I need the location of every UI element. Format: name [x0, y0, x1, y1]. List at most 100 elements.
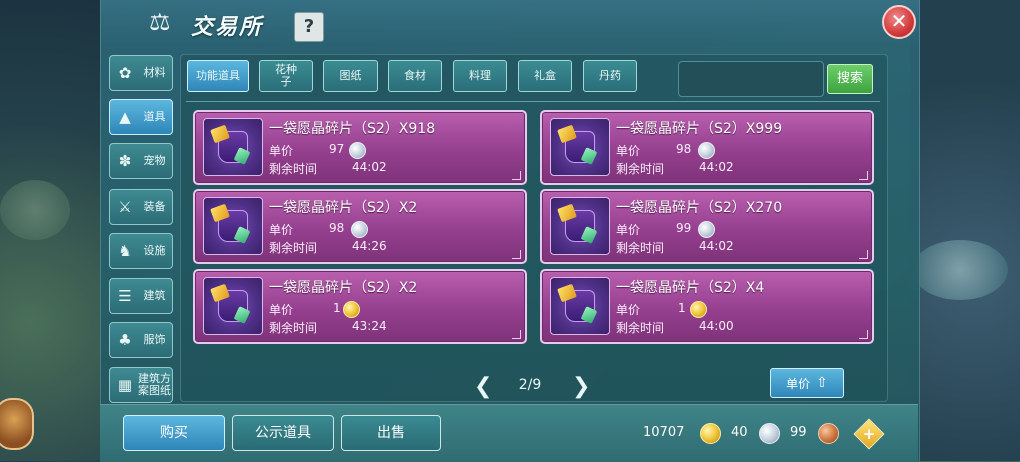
tab-label: 丹药 [599, 69, 621, 82]
sort-by-price-button[interactable]: 单价 ⇧ [770, 368, 844, 398]
item-price: 1 [333, 301, 341, 315]
price-label: 单价 [269, 223, 294, 237]
listing-item[interactable]: 一袋愿晶碎片（S2）X918 单价 97 剩余时间 44:02 [193, 110, 527, 185]
gold-coin-icon [700, 423, 721, 444]
price-label: 单价 [269, 303, 294, 317]
item-time: 44:00 [699, 319, 734, 333]
listing-item[interactable]: 一袋愿晶碎片（S2）X270 单价 99 剩余时间 44:02 [540, 189, 874, 264]
sidebar-item-clothing[interactable]: ♣ 服饰 [109, 322, 173, 358]
tab-functional-items[interactable]: 功能道具 [187, 60, 249, 92]
sidebar-item-facilities[interactable]: ♞ 设施 [109, 233, 173, 269]
listing-item[interactable]: 一袋愿晶碎片（S2）X2 单价 1 剩余时间 43:24 [193, 269, 527, 344]
shard-bag-icon [550, 197, 610, 255]
page-indicator: 2/9 [518, 377, 542, 393]
tab-label: 花种子 [275, 63, 297, 88]
gold-amount: 10707 [643, 425, 685, 440]
tab-ingredients[interactable]: 食材 [388, 60, 442, 92]
buy-button[interactable]: 购买 [123, 415, 225, 451]
shirt-icon: ♣ [118, 331, 132, 349]
tab-label: 食材 [404, 69, 426, 82]
tab-elixirs[interactable]: 丹药 [583, 60, 637, 92]
close-button[interactable]: ✕ [882, 5, 916, 39]
tab-label: 功能道具 [196, 69, 240, 82]
scale-icon: ⚖ [149, 8, 171, 36]
gold-coin-icon [343, 301, 360, 318]
background-disc-right [912, 240, 1008, 300]
item-name: 一袋愿晶碎片（S2）X4 [616, 280, 765, 296]
tab-label: 图纸 [339, 69, 362, 82]
corner-decoration [859, 171, 868, 180]
help-button[interactable]: ? [294, 12, 324, 42]
arrow-up-icon: ⇧ [816, 375, 828, 391]
price-label: 单价 [616, 223, 641, 237]
gold-coin-icon [690, 301, 707, 318]
tab-dishes[interactable]: 料理 [453, 60, 507, 92]
corner-decoration [512, 250, 521, 259]
paw-icon: ✽ [118, 152, 132, 170]
time-label: 剩余时间 [269, 321, 318, 335]
flower-icon: ✿ [118, 64, 132, 82]
background-disc-left [0, 180, 70, 240]
blueprint-icon: ▦ [117, 376, 133, 394]
search-input[interactable] [678, 61, 824, 97]
bronze-coin-icon [818, 423, 839, 444]
sword-icon: ⚔ [118, 198, 132, 216]
sidebar-item-items[interactable]: ▲ 道具 [109, 99, 173, 135]
item-time: 43:24 [352, 319, 387, 333]
public-items-button[interactable]: 公示道具 [232, 415, 334, 451]
sidebar-item-materials[interactable]: ✿ 材料 [109, 55, 173, 91]
sidebar-item-label: 建筑 [143, 289, 166, 302]
silver-amount: 40 [731, 425, 748, 440]
item-name: 一袋愿晶碎片（S2）X2 [269, 280, 418, 296]
item-time: 44:02 [699, 160, 734, 174]
sidebar-item-blueprints[interactable]: ▦ 建筑方案图纸 [109, 367, 173, 403]
tab-gift-boxes[interactable]: 礼盒 [518, 60, 572, 92]
sidebar-item-label: 建筑方案图纸 [138, 372, 171, 397]
sidebar-item-buildings[interactable]: ☰ 建筑 [109, 278, 173, 314]
corner-decoration [512, 171, 521, 180]
sidebar-item-label: 道具 [143, 110, 166, 123]
item-price: 98 [676, 142, 692, 156]
item-price: 98 [329, 221, 345, 235]
listing-item[interactable]: 一袋愿晶碎片（S2）X2 单价 98 剩余时间 44:26 [193, 189, 527, 264]
time-label: 剩余时间 [269, 241, 318, 255]
item-name: 一袋愿晶碎片（S2）X270 [616, 200, 783, 216]
price-label: 单价 [616, 144, 641, 158]
item-price: 1 [678, 301, 686, 315]
listing-item[interactable]: 一袋愿晶碎片（S2）X4 单价 1 剩余时间 44:00 [540, 269, 874, 344]
sidebar-item-equipment[interactable]: ⚔ 装备 [109, 189, 173, 225]
item-time: 44:02 [699, 239, 734, 253]
item-name: 一袋愿晶碎片（S2）X2 [269, 200, 418, 216]
horse-icon: ♞ [118, 242, 132, 260]
building-icon: ☰ [118, 287, 132, 305]
prev-page-button[interactable]: ❮ [474, 374, 492, 399]
shard-bag-icon [203, 118, 263, 176]
listing-item[interactable]: 一袋愿晶碎片（S2）X999 单价 98 剩余时间 44:02 [540, 110, 874, 185]
sidebar-item-label: 设施 [143, 244, 166, 257]
shard-bag-icon [550, 277, 610, 335]
character-avatar[interactable] [0, 398, 34, 450]
time-label: 剩余时间 [616, 321, 665, 335]
silver-coin-icon [349, 142, 366, 159]
time-label: 剩余时间 [616, 162, 665, 176]
silver-coin-icon [698, 221, 715, 238]
item-price: 97 [329, 142, 345, 156]
tab-blueprints[interactable]: 图纸 [323, 60, 378, 92]
price-label: 单价 [269, 144, 294, 158]
sidebar-item-pets[interactable]: ✽ 宠物 [109, 143, 173, 179]
sort-label: 单价 [786, 376, 811, 391]
sidebar-item-label: 装备 [143, 200, 166, 213]
shard-bag-icon [203, 277, 263, 335]
item-name: 一袋愿晶碎片（S2）X918 [269, 121, 436, 137]
next-page-button[interactable]: ❯ [572, 374, 590, 399]
item-time: 44:02 [352, 160, 387, 174]
shard-bag-icon [550, 118, 610, 176]
sidebar-item-label: 宠物 [143, 154, 166, 167]
background-scene-right [910, 0, 1020, 461]
price-label: 单价 [616, 303, 641, 317]
search-button[interactable]: 搜索 [827, 64, 873, 94]
corner-decoration [859, 330, 868, 339]
page-title: 交易所 [191, 15, 264, 40]
tab-flower-seeds[interactable]: 花种子 [259, 60, 313, 92]
sell-button[interactable]: 出售 [341, 415, 441, 451]
